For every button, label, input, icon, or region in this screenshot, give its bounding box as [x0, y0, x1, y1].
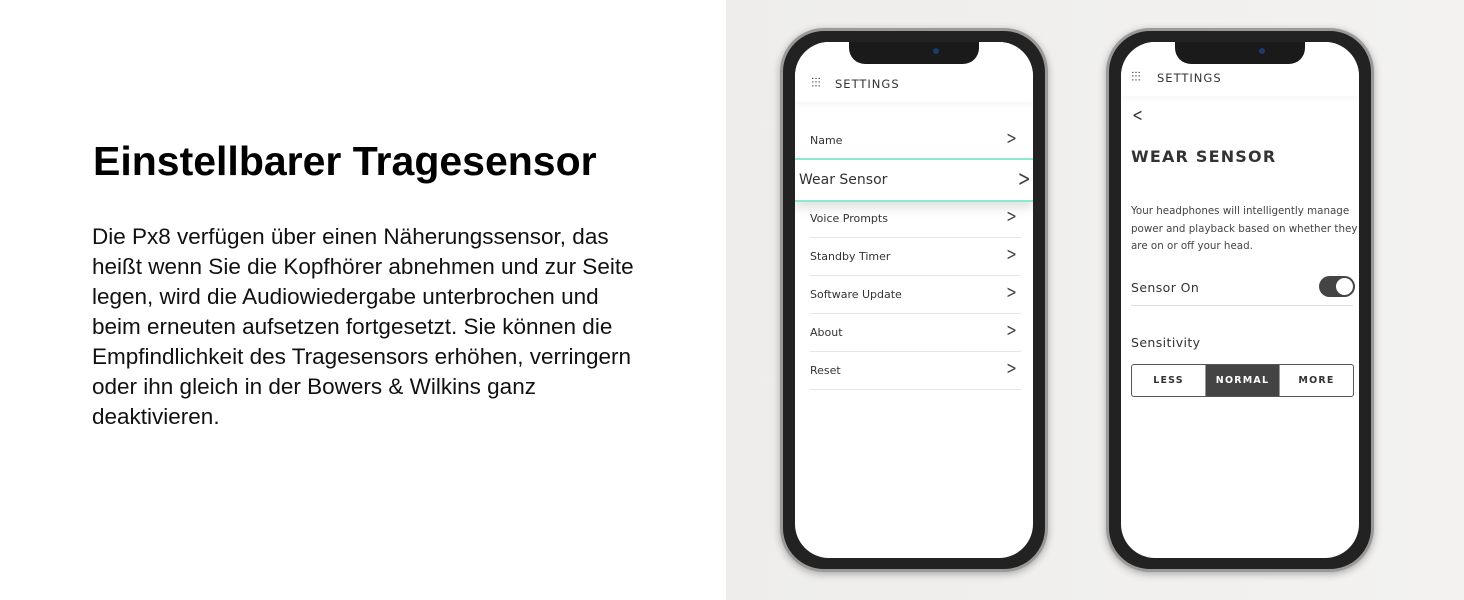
- settings-sliders-icon: ⫶⫶⫶: [1131, 70, 1141, 85]
- list-item-about[interactable]: About >: [810, 314, 1021, 352]
- sensitivity-selector: LESS NORMAL MORE: [1131, 364, 1354, 397]
- back-chevron-icon[interactable]: <: [1132, 105, 1143, 126]
- divider: [1131, 305, 1353, 306]
- sensitivity-label: Sensitivity: [1131, 335, 1201, 350]
- option-more[interactable]: MORE: [1280, 365, 1353, 396]
- list-item-voice-prompts[interactable]: Voice Prompts >: [810, 200, 1021, 238]
- chevron-right-icon: >: [1017, 167, 1031, 192]
- settings-sliders-icon: ⫶⫶⫶: [811, 76, 821, 91]
- list-item-software-update[interactable]: Software Update >: [810, 276, 1021, 314]
- option-normal[interactable]: NORMAL: [1206, 365, 1280, 396]
- option-less[interactable]: LESS: [1132, 365, 1206, 396]
- list-item-standby-timer[interactable]: Standby Timer >: [810, 238, 1021, 276]
- settings-title: SETTINGS: [835, 77, 900, 91]
- body-text: Die Px8 verfügen über einen Näherungssen…: [92, 224, 634, 429]
- chevron-right-icon: >: [1006, 358, 1017, 379]
- phone-settings-list: ⫶⫶⫶ SETTINGS Name > Wear Sensor > Voice Pr…: [780, 28, 1048, 572]
- chevron-right-icon: >: [1006, 244, 1017, 265]
- page-title: WEAR SENSOR: [1131, 147, 1277, 166]
- phone-wear-sensor: ⫶⫶⫶ SETTINGS < WEAR SENSOR Your headphon…: [1106, 28, 1374, 572]
- chevron-right-icon: >: [1006, 320, 1017, 341]
- list-item-wear-sensor[interactable]: Wear Sensor >: [795, 158, 1033, 202]
- sensor-label: Sensor On: [1131, 280, 1200, 295]
- description: Your headphones will intelligently manag…: [1131, 205, 1358, 252]
- image-panel: ⫶⫶⫶ SETTINGS Name > Wear Sensor > Voice Pr…: [726, 0, 1464, 600]
- heading: Einstellbarer Tragesensor: [93, 138, 597, 184]
- settings-title: SETTINGS: [1157, 71, 1222, 85]
- chevron-right-icon: >: [1006, 128, 1017, 149]
- list-item-reset[interactable]: Reset >: [810, 352, 1021, 390]
- chevron-right-icon: >: [1006, 282, 1017, 303]
- chevron-right-icon: >: [1006, 206, 1017, 227]
- sensor-toggle[interactable]: [1319, 276, 1355, 297]
- list-item-name[interactable]: Name >: [810, 122, 1021, 160]
